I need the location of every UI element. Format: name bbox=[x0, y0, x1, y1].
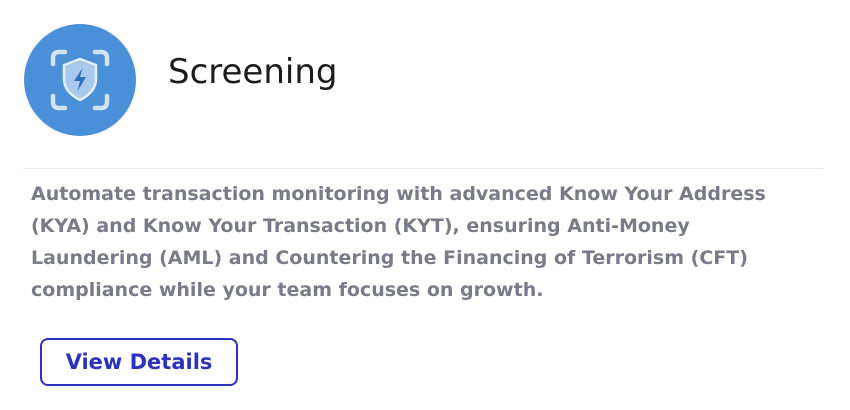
card-description: Automate transaction monitoring with adv… bbox=[31, 183, 766, 301]
screening-icon-badge bbox=[24, 24, 136, 136]
divider bbox=[23, 168, 823, 169]
card-title: Screening bbox=[168, 52, 338, 92]
view-details-button[interactable]: View Details bbox=[40, 338, 238, 386]
screening-card: Screening Automate transaction monitorin… bbox=[0, 0, 850, 410]
shield-lightning-scan-icon bbox=[50, 49, 110, 111]
